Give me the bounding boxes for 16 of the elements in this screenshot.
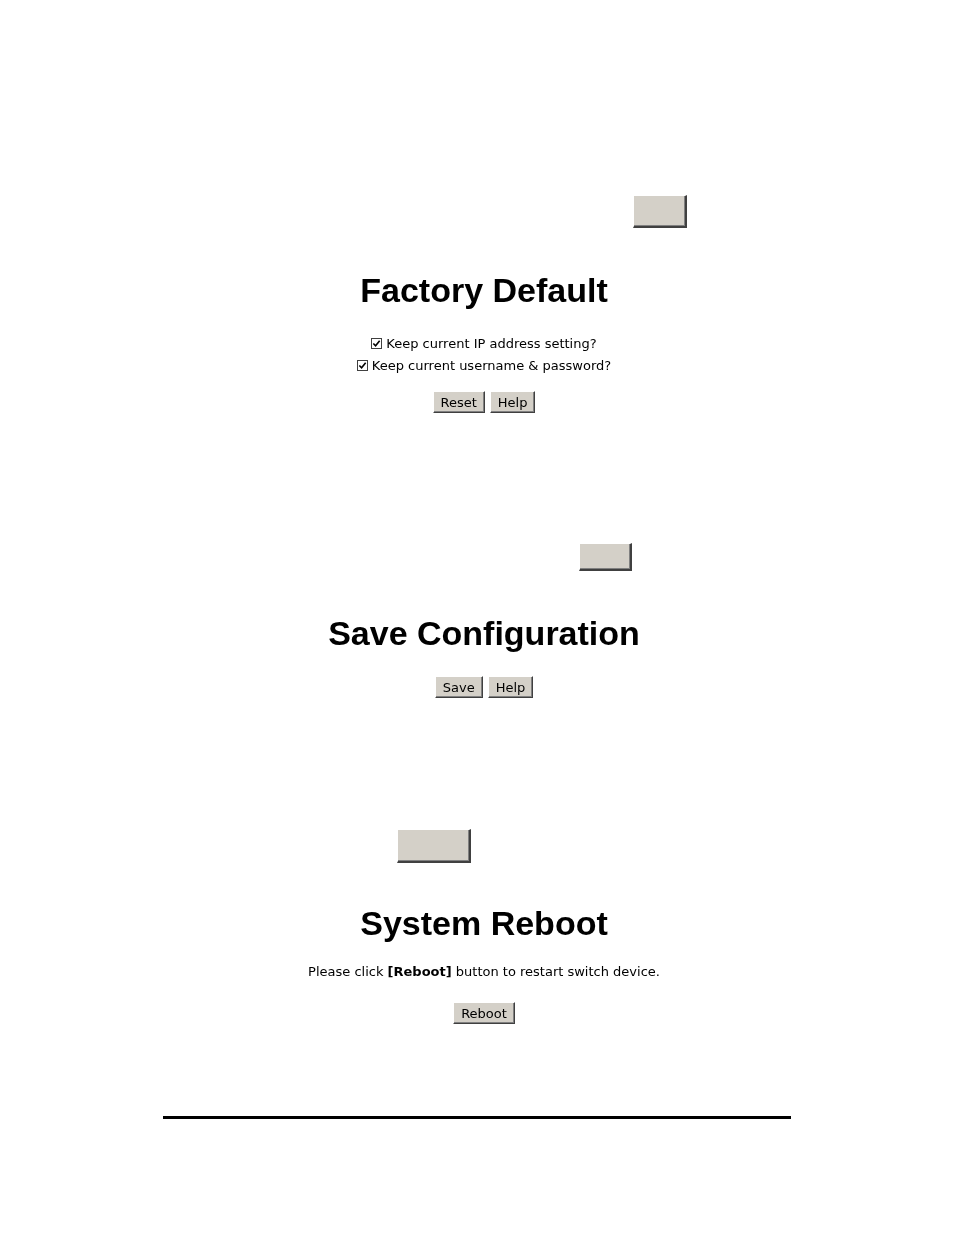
blank-button[interactable] <box>397 829 471 863</box>
action-button[interactable]: Reset <box>432 391 485 413</box>
checkbox-label: Keep current IP address setting? <box>386 335 597 351</box>
section-title: Save Configuration <box>328 613 640 653</box>
action-button[interactable]: Help <box>487 676 534 698</box>
section-title: Factory Default <box>360 270 608 310</box>
instruction-text: Please click [Reboot] button to restart switch device. <box>308 963 660 981</box>
blank-button[interactable] <box>633 195 687 228</box>
action-button[interactable]: Help <box>489 391 536 413</box>
action-button[interactable]: Reboot <box>453 1002 515 1024</box>
checkbox[interactable] <box>371 337 383 349</box>
checkbox-label: Keep current username & password? <box>371 357 612 373</box>
blank-button[interactable] <box>579 543 632 571</box>
checkbox[interactable] <box>356 359 368 371</box>
section-title: System Reboot <box>360 903 608 943</box>
action-button[interactable]: Save <box>434 676 483 698</box>
